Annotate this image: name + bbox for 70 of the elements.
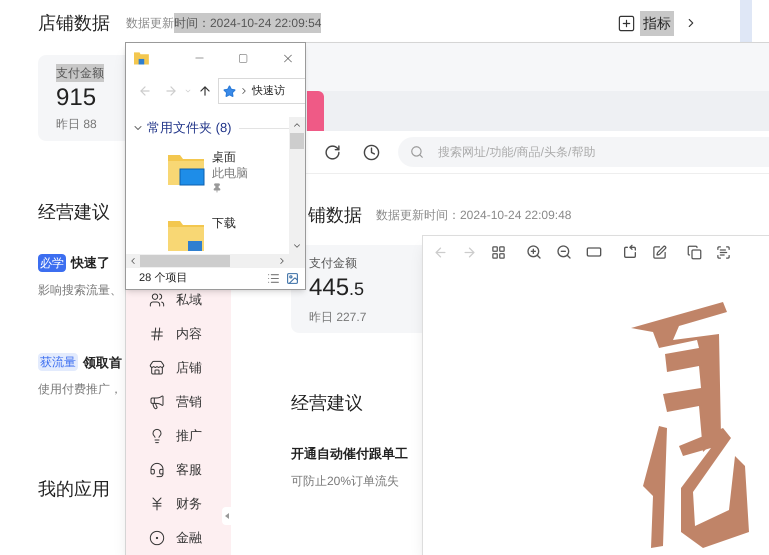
sidebar-item[interactable]: 财务: [176, 494, 202, 514]
advice-description: 可防止20%订单流失: [291, 472, 400, 490]
folder-name[interactable]: 桌面: [212, 149, 236, 165]
metric-label: 支付金额: [309, 255, 357, 272]
grid-icon[interactable]: [491, 244, 506, 260]
search-placeholder: 搜索网址/功能/商品/头条/帮助: [438, 144, 596, 162]
address-text: 快速访: [252, 84, 285, 99]
store-icon[interactable]: [149, 360, 165, 376]
browser-tab[interactable]: [307, 91, 324, 132]
details-view-icon[interactable]: [267, 272, 280, 285]
scan-text-icon[interactable]: [716, 244, 731, 260]
up-icon[interactable]: [198, 84, 212, 98]
tag-label: 获流量: [38, 353, 78, 372]
scrollbar-thumb[interactable]: [140, 255, 230, 267]
collapse-handle[interactable]: [222, 507, 231, 525]
advice-title[interactable]: 领取首: [83, 352, 122, 372]
section-title: 店铺数据: [38, 12, 110, 34]
metric-yesterday: 昨日 88: [56, 116, 97, 133]
zoom-in-icon[interactable]: [526, 244, 542, 260]
update-time: 数据更新时间：2024-10-24 22:09:54: [126, 14, 322, 32]
folder-name[interactable]: 下载: [212, 215, 236, 231]
metric-value: 915: [56, 83, 96, 113]
metric-yesterday: 昨日 227.7: [309, 309, 366, 326]
sidebar-item[interactable]: 店铺: [176, 358, 202, 378]
megaphone-icon[interactable]: [149, 394, 165, 410]
scrollbar-thumb[interactable]: [290, 133, 304, 149]
section-title: 我的应用: [38, 478, 110, 500]
metric-label: 支付金额: [56, 64, 104, 82]
folder-location: 此电脑: [212, 165, 248, 181]
search-icon: [410, 145, 424, 160]
status-text: 28 个项目: [139, 271, 188, 286]
tiles-view-icon[interactable]: [286, 272, 299, 285]
sidebar-item[interactable]: 推广: [176, 426, 202, 446]
scrollbar-thumb[interactable]: [740, 0, 752, 44]
update-time: 数据更新时间：2024-10-24 22:09:48: [376, 207, 572, 224]
horizontal-scrollbar[interactable]: [126, 254, 305, 268]
star-icon: [223, 84, 236, 98]
metrics-link[interactable]: 指标: [640, 10, 674, 36]
advice-title[interactable]: 开通自动催付跟单工: [291, 444, 408, 464]
advice-description: 影响搜索流量、: [38, 282, 122, 298]
edit-icon[interactable]: [652, 244, 667, 260]
section-title: 经营建议: [38, 201, 110, 223]
add-icon[interactable]: [617, 14, 636, 32]
hash-icon[interactable]: [149, 326, 165, 342]
people-icon[interactable]: [149, 292, 165, 308]
metric-value: 445.5: [309, 273, 364, 303]
sidebar-item[interactable]: 营销: [176, 392, 202, 412]
tag-label: 必学: [38, 254, 66, 272]
headset-icon[interactable]: [149, 462, 165, 478]
sidebar-item[interactable]: 内容: [176, 324, 202, 344]
circle-dot-icon[interactable]: [149, 530, 165, 546]
zoom-out-icon[interactable]: [556, 244, 572, 260]
section-title: 铺数据: [308, 204, 362, 226]
maximize-icon[interactable]: [238, 52, 248, 64]
sidebar-item[interactable]: 客服: [176, 460, 202, 480]
advice-description: 使用付费推广，: [38, 381, 122, 398]
sidebar-item[interactable]: 金融: [176, 528, 202, 548]
advice-title[interactable]: 快速了: [71, 253, 110, 272]
folder-icon: [134, 51, 149, 65]
vertical-scrollbar[interactable]: [289, 117, 305, 254]
group-header[interactable]: 常用文件夹 (8): [147, 118, 232, 138]
refresh-icon[interactable]: [324, 144, 341, 161]
section-title: 经营建议: [291, 392, 363, 414]
rotate-icon[interactable]: [622, 244, 638, 260]
history-icon[interactable]: [363, 144, 380, 161]
pin-icon[interactable]: [212, 183, 222, 193]
address-field[interactable]: 快速访: [218, 78, 305, 104]
sidebar-item[interactable]: 私域: [176, 290, 202, 310]
copy-icon[interactable]: [687, 244, 702, 260]
caret-left-icon: [224, 513, 228, 519]
